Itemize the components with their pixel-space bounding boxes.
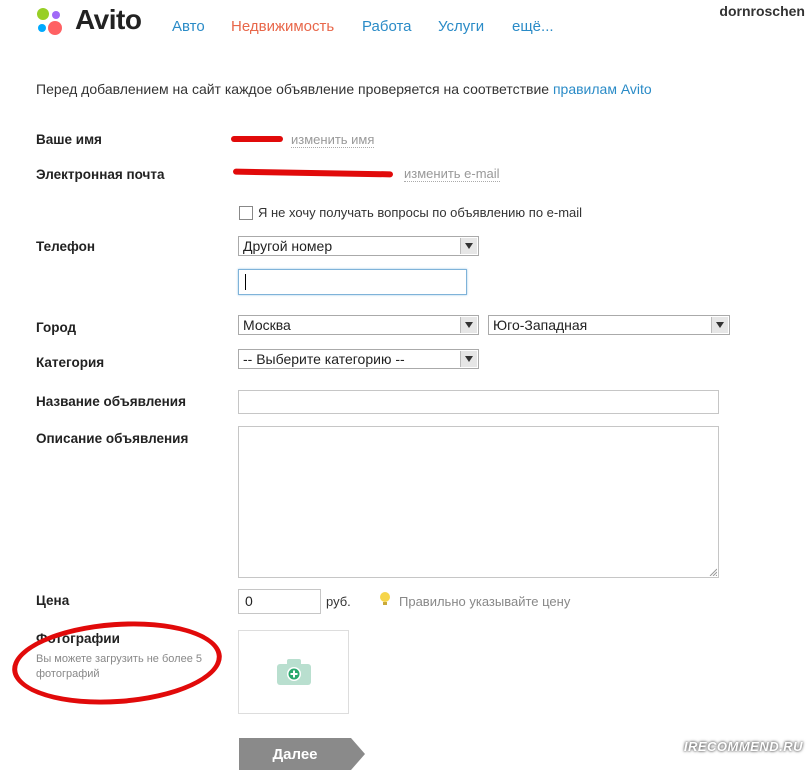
chevron-down-icon [711, 317, 728, 333]
price-input[interactable]: 0 [238, 589, 321, 614]
description-textarea[interactable] [238, 426, 719, 578]
nav-more[interactable]: ещё... [512, 18, 554, 35]
intro-text: Перед добавлением на сайт каждое объявле… [36, 81, 652, 97]
phone-type-value: Другой номер [243, 238, 333, 254]
photo-upload-slot[interactable] [238, 630, 349, 714]
chevron-down-icon [460, 238, 477, 254]
change-email-link[interactable]: изменить e-mail [404, 167, 500, 182]
phone-type-select[interactable]: Другой номер [238, 236, 479, 256]
district-value: Юго-Западная [493, 317, 588, 333]
phone-label: Телефон [36, 239, 96, 254]
next-button-arrow[interactable] [351, 738, 365, 770]
city-value: Москва [243, 317, 291, 333]
text-cursor [245, 274, 246, 291]
nav-services[interactable]: Услуги [438, 18, 484, 35]
nav-auto[interactable]: Авто [172, 18, 205, 35]
email-label: Электронная почта [36, 167, 165, 182]
watermark: IRECOMMEND.RU [683, 739, 803, 754]
add-photo-icon [277, 659, 311, 685]
city-label: Город [36, 320, 77, 335]
redaction-mark [232, 168, 394, 178]
rules-link[interactable]: правилам Avito [553, 81, 652, 97]
district-select[interactable]: Юго-Западная [488, 315, 730, 335]
lightbulb-icon [380, 592, 390, 605]
ad-title-label: Название объявления [36, 394, 186, 409]
avito-logo-text[interactable]: Avito [75, 4, 142, 36]
no-questions-label[interactable]: Я не хочу получать вопросы по объявлению… [258, 205, 582, 220]
no-questions-checkbox[interactable] [239, 206, 253, 220]
username-link[interactable]: dornroschen [719, 3, 805, 19]
city-select[interactable]: Москва [238, 315, 479, 335]
change-name-link[interactable]: изменить имя [291, 133, 375, 148]
avito-logo-icon[interactable] [35, 6, 71, 38]
nav-real-estate[interactable]: Недвижимость [231, 18, 334, 35]
redaction-mark [231, 136, 283, 142]
category-value: -- Выберите категорию -- [243, 351, 405, 367]
name-label: Ваше имя [36, 132, 102, 147]
phone-input[interactable] [238, 269, 467, 295]
currency-label: руб. [326, 594, 351, 609]
price-hint[interactable]: Правильно указывайте цену [399, 594, 570, 609]
category-select[interactable]: -- Выберите категорию -- [238, 349, 479, 369]
ad-title-input[interactable] [238, 390, 719, 414]
next-button[interactable]: Далее [239, 738, 351, 770]
chevron-down-icon [460, 351, 477, 367]
resize-handle-icon[interactable] [709, 568, 717, 576]
highlight-oval [9, 614, 225, 712]
nav-jobs[interactable]: Работа [362, 18, 412, 35]
category-label: Категория [36, 355, 105, 370]
intro-body: Перед добавлением на сайт каждое объявле… [36, 81, 553, 97]
description-label: Описание объявления [36, 431, 189, 446]
price-label: Цена [36, 593, 70, 608]
chevron-down-icon [460, 317, 477, 333]
